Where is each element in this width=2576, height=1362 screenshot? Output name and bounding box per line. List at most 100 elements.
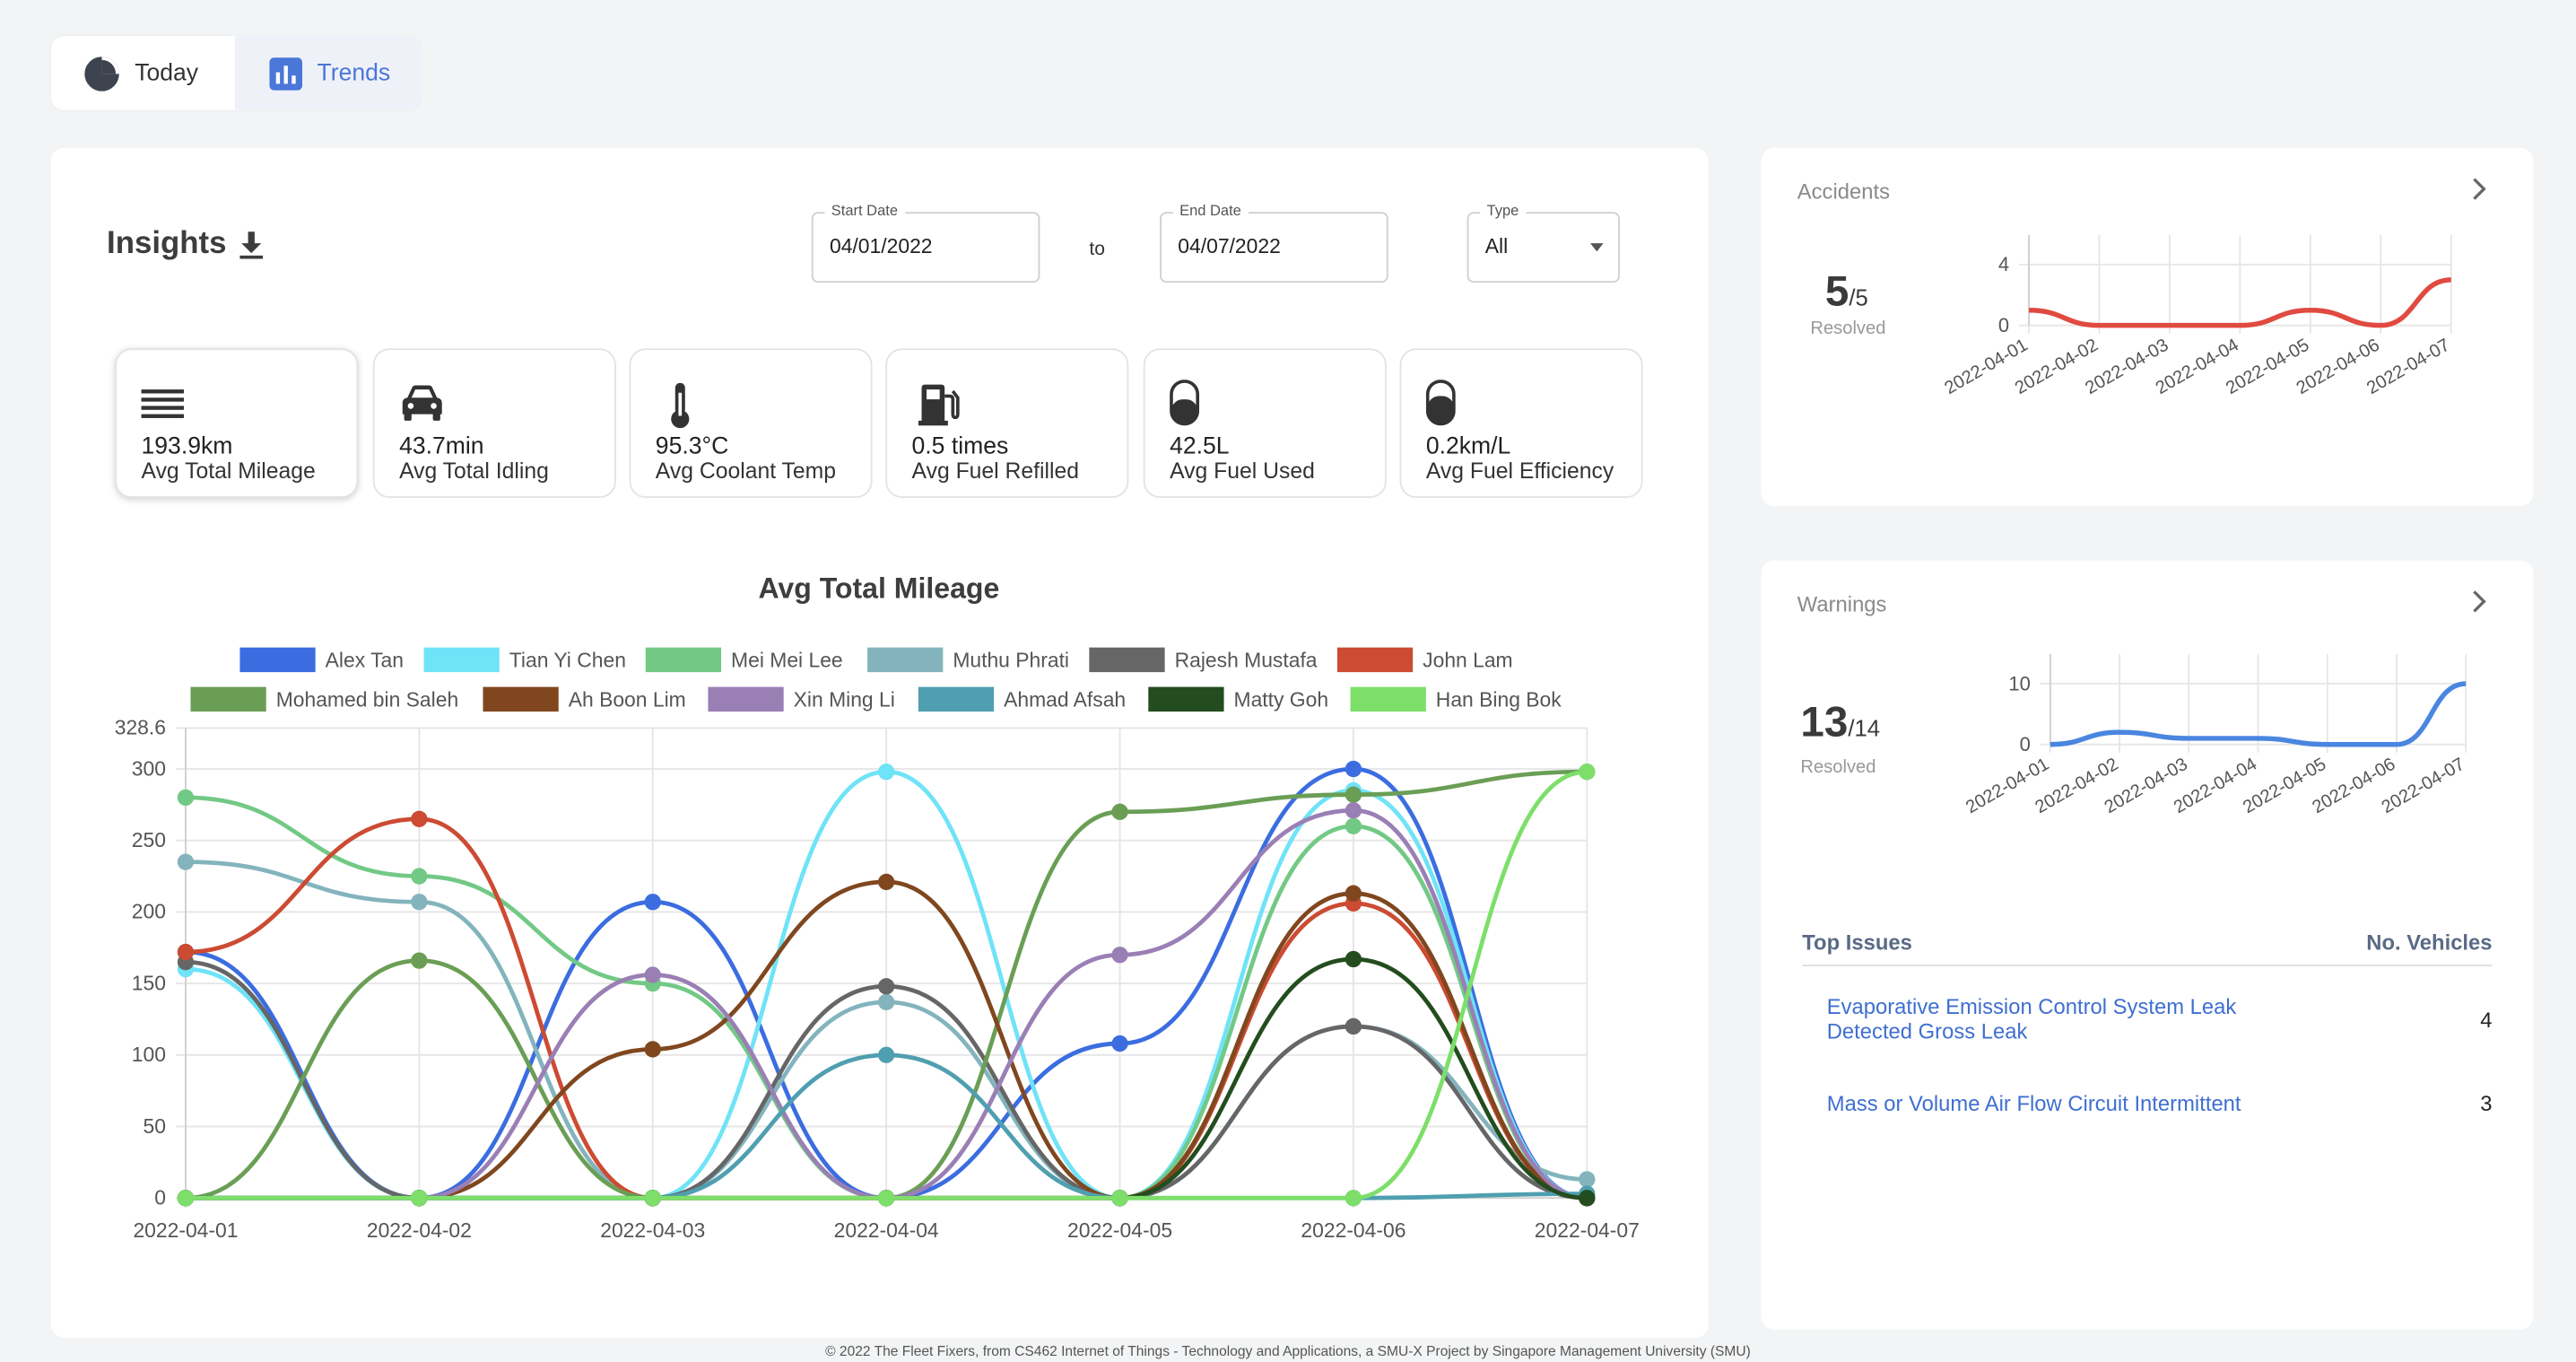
data-point <box>1111 1190 1128 1207</box>
legend-swatch <box>867 647 944 673</box>
data-point <box>644 966 661 983</box>
data-point <box>644 1190 661 1207</box>
warnings-chart: 0102022-04-012022-04-022022-04-032022-04… <box>1962 653 2468 817</box>
data-point <box>1579 1190 1596 1207</box>
data-point <box>1111 803 1128 820</box>
x-tick-label: 2022-04-07 <box>1535 1218 1640 1242</box>
stat-card-fuel-refilled[interactable]: 0.5 times Avg Fuel Refilled <box>885 348 1129 498</box>
type-select[interactable]: Type All <box>1466 202 1620 284</box>
data-point <box>1345 1190 1362 1207</box>
y-tick-label: 150 <box>132 971 166 994</box>
accidents-card: Accidents 5/5 Resolved 0 4 2022-04-01 2022-… <box>1761 147 2534 507</box>
data-point <box>644 1190 661 1207</box>
data-point <box>644 974 661 992</box>
series-line <box>185 769 1588 1200</box>
legend-swatch <box>1336 647 1414 673</box>
data-point <box>177 853 195 870</box>
stat-label: Avg Fuel Used <box>1170 458 1315 484</box>
data-point <box>1579 1190 1596 1207</box>
avg-total-mileage-chart: Avg Total Mileage 0 50 100 150 200 250 300 328.6… <box>115 572 1640 1242</box>
legend-swatch <box>918 686 995 712</box>
legend-label: Ah Boon Lim <box>569 688 686 712</box>
download-icon[interactable] <box>236 230 265 259</box>
series-line <box>185 860 1588 1200</box>
data-point <box>1111 1190 1128 1207</box>
end-date-field[interactable]: End Date 04/07/2022 <box>1160 202 1388 284</box>
stat-value: 0.2km/L <box>1425 433 1511 460</box>
stat-card-fuel-used[interactable]: 42.5L Avg Fuel Used <box>1143 348 1387 498</box>
stat-label: Avg Total Mileage <box>141 458 316 484</box>
data-point <box>1345 1190 1362 1207</box>
stat-card-coolant[interactable]: 95.3°C Avg Coolant Temp <box>629 348 873 498</box>
y-tick-label: 4 <box>1998 253 2009 275</box>
tab-trends[interactable]: Trends <box>234 36 421 110</box>
issue-link[interactable]: Mass or Volume Air Flow Circuit Intermit… <box>1827 1091 2353 1115</box>
issue-vehicle-count: 3 <box>2480 1091 2493 1116</box>
stat-card-idling[interactable]: 43.7min Avg Total Idling <box>372 348 616 498</box>
x-tick-label: 2022-04-06 <box>1301 1218 1405 1242</box>
data-point <box>644 1190 661 1207</box>
issue-link[interactable]: Evaporative Emission Control System Leak… <box>1827 994 2319 1043</box>
stat-value: 193.9km <box>141 433 233 460</box>
y-tick-label: 0 <box>154 1186 166 1209</box>
data-point <box>177 789 195 807</box>
data-point <box>1111 1190 1128 1207</box>
data-point <box>877 873 895 891</box>
series-line <box>185 1052 1588 1200</box>
data-point <box>644 1190 661 1207</box>
start-date-label: Start Date <box>824 202 905 219</box>
data-point <box>411 868 428 885</box>
legend-swatch <box>1148 686 1224 712</box>
legend-label: John Lam <box>1423 649 1512 672</box>
view-tabs: Today Trends <box>50 36 421 110</box>
data-point <box>177 1190 195 1207</box>
data-point <box>1345 1017 1362 1035</box>
data-point <box>644 894 661 911</box>
legend-label: Tian Yi Chen <box>509 649 626 672</box>
issue-item[interactable]: Mass or Volume Air Flow Circuit Intermit… <box>1827 1091 2493 1115</box>
issue-item[interactable]: Evaporative Emission Control System Leak… <box>1827 994 2493 1043</box>
y-tick-label: 50 <box>144 1114 166 1138</box>
x-tick-label: 2022-04-04 <box>834 1218 939 1242</box>
insights-card: Insights Start Date 04/01/2022 to End Da… <box>50 147 1709 1338</box>
legend-swatch <box>1350 686 1426 712</box>
insights-title-text: Insights <box>107 226 227 262</box>
start-date-value: 04/01/2022 <box>829 234 933 258</box>
type-label: Type <box>1480 202 1526 219</box>
data-point <box>877 978 895 995</box>
legend-label: Mei Mei Lee <box>731 649 843 672</box>
data-point <box>411 894 428 911</box>
data-point <box>1345 786 1362 803</box>
x-tick-label: 2022-04-03 <box>600 1218 705 1242</box>
series-line <box>185 766 1588 1200</box>
data-point <box>1345 885 1362 902</box>
legend-swatch <box>423 647 500 673</box>
y-tick-label: 0 <box>2020 733 2031 755</box>
data-point <box>411 810 428 827</box>
stat-card-fuel-efficiency[interactable]: 0.2km/L Avg Fuel Efficiency <box>1399 348 1643 498</box>
y-tick-label: 0 <box>1998 314 2009 336</box>
data-point <box>1345 1017 1362 1035</box>
data-point <box>1579 1190 1596 1207</box>
data-point <box>177 1190 195 1207</box>
stat-label: Avg Coolant Temp <box>655 458 836 484</box>
stat-label: Avg Fuel Efficiency <box>1425 458 1614 484</box>
tab-today[interactable]: Today <box>51 36 235 109</box>
date-range-to-label: to <box>1089 240 1105 260</box>
top-issues-header: Top Issues No. Vehicles <box>1802 930 2493 966</box>
data-point <box>877 764 895 781</box>
pie-chart-icon <box>83 55 119 91</box>
data-point <box>877 1190 895 1207</box>
series-line <box>185 808 1588 1200</box>
y-tick-label: 100 <box>132 1043 166 1066</box>
data-point <box>1579 1190 1596 1207</box>
top-issues-title: Top Issues <box>1802 930 1912 956</box>
y-tick-label: 250 <box>132 828 166 851</box>
data-point <box>877 1190 895 1207</box>
start-date-field[interactable]: Start Date 04/01/2022 <box>811 202 1040 284</box>
stat-card-mileage[interactable]: 193.9km Avg Total Mileage <box>115 348 359 498</box>
data-point <box>1579 1190 1596 1207</box>
legend-swatch <box>483 686 559 712</box>
data-point <box>1111 947 1128 964</box>
data-point <box>1579 1190 1596 1207</box>
